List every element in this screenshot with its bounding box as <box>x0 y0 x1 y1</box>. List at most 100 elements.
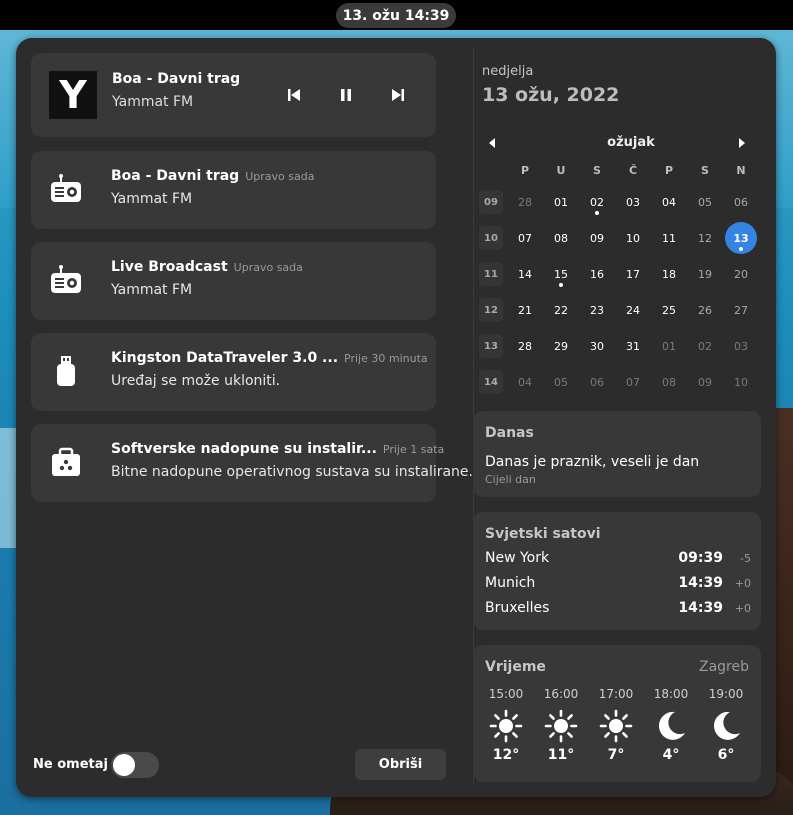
calendar-weekday-header: N <box>736 164 746 177</box>
world-clock-offset: +0 <box>734 577 751 590</box>
do-not-disturb-toggle[interactable] <box>111 752 159 778</box>
calendar-day[interactable]: 14 <box>509 258 541 290</box>
calendar-day[interactable]: 02 <box>581 186 613 218</box>
weather-card[interactable]: Vrijeme Zagreb 15:00 12° 16:00 11° 17:00 7° 18… <box>473 645 761 782</box>
notification-item[interactable]: Boa - Davni trag Upravo sada Yammat FM <box>31 151 436 229</box>
calendar-day[interactable]: 20 <box>725 258 757 290</box>
calendar-week-number[interactable]: 14 <box>479 370 503 394</box>
media-title: Boa - Davni trag <box>112 71 241 87</box>
pause-button[interactable] <box>334 83 358 107</box>
today-events-card[interactable]: Danas Danas je praznik, veseli je dan Ci… <box>473 411 761 497</box>
calendar-day[interactable]: 08 <box>653 366 685 398</box>
calendar-week-number[interactable]: 13 <box>479 334 503 358</box>
forecast-temperature: 11° <box>547 747 575 763</box>
forecast-hour: 16:00 <box>543 687 579 701</box>
calendar-day[interactable]: 09 <box>581 222 613 254</box>
calendar-day[interactable]: 28 <box>509 330 541 362</box>
media-artist: Yammat FM <box>112 94 194 110</box>
calendar-day[interactable]: 01 <box>653 330 685 362</box>
calendar-day[interactable]: 27 <box>725 294 757 326</box>
weather-location: Zagreb <box>698 659 749 675</box>
world-clock-time: 14:39 <box>678 575 723 591</box>
calendar-day[interactable]: 03 <box>725 330 757 362</box>
notification-item[interactable]: Softverske nadopune su instalir... Prije … <box>31 424 473 502</box>
calendar-day[interactable]: 07 <box>617 366 649 398</box>
calendar-day[interactable]: 21 <box>509 294 541 326</box>
album-art: Y <box>49 71 97 119</box>
album-art-letter: Y <box>59 73 87 117</box>
date-full[interactable]: 13 ožu, 2022 <box>482 84 619 106</box>
event-indicator-dot <box>739 247 743 251</box>
calendar-day[interactable]: 30 <box>581 330 613 362</box>
notification-item[interactable]: Kingston DataTraveler 3.0 ... Prije 30 mi… <box>31 333 436 411</box>
calendar-weekday-header: P <box>664 164 674 177</box>
calendar-day[interactable]: 25 <box>653 294 685 326</box>
forecast-temperature: 7° <box>607 747 625 763</box>
calendar-day[interactable]: 06 <box>581 366 613 398</box>
pause-icon <box>341 89 351 101</box>
calendar-day[interactable]: 08 <box>545 222 577 254</box>
calendar-day[interactable]: 17 <box>617 258 649 290</box>
world-clock-row: Munich 14:39 +0 <box>485 575 751 597</box>
chevron-right-icon <box>739 138 745 148</box>
calendar-day[interactable]: 23 <box>581 294 613 326</box>
calendar-day[interactable]: 16 <box>581 258 613 290</box>
calendar-day[interactable]: 02 <box>689 330 721 362</box>
calendar-day[interactable]: 26 <box>689 294 721 326</box>
calendar-day-today[interactable]: 13 <box>725 222 757 254</box>
calendar-week-number[interactable]: 12 <box>479 298 503 322</box>
calendar-day[interactable]: 12 <box>689 222 721 254</box>
media-player[interactable]: Y Boa - Davni trag Yammat FM <box>31 53 436 137</box>
previous-track-button[interactable] <box>282 83 306 107</box>
calendar-day[interactable]: 01 <box>545 186 577 218</box>
calendar-day[interactable]: 10 <box>725 366 757 398</box>
notification-body: Yammat FM <box>111 191 193 207</box>
notification-body: Uređaj se može ukloniti. <box>111 373 281 389</box>
calendar-day[interactable]: 10 <box>617 222 649 254</box>
calendar-day[interactable]: 28 <box>509 186 541 218</box>
clear-notifications-button[interactable]: Obriši <box>355 749 446 780</box>
world-clocks-card[interactable]: Svjetski satovi New York 09:39 -5 Munich… <box>473 512 761 630</box>
calendar-day[interactable]: 04 <box>509 366 541 398</box>
calendar-day[interactable]: 29 <box>545 330 577 362</box>
forecast-column: 16:00 11° <box>536 687 586 763</box>
event-time: Cijeli dan <box>485 473 536 486</box>
calendar-day[interactable]: 06 <box>725 186 757 218</box>
next-month-button[interactable] <box>736 135 748 151</box>
calendar-notification-panel: Y Boa - Davni trag Yammat FM Boa - Davni… <box>16 38 776 797</box>
world-clock-time: 14:39 <box>678 600 723 616</box>
next-track-button[interactable] <box>386 83 410 107</box>
calendar-day[interactable]: 05 <box>689 186 721 218</box>
world-clock-row: New York 09:39 -5 <box>485 550 751 572</box>
calendar-day[interactable]: 04 <box>653 186 685 218</box>
date-weekday[interactable]: nedjelja <box>482 64 533 79</box>
calendar-week-number[interactable]: 09 <box>479 190 503 214</box>
calendar-day[interactable]: 24 <box>617 294 649 326</box>
calendar-day[interactable]: 05 <box>545 366 577 398</box>
calendar-day[interactable]: 19 <box>689 258 721 290</box>
notification-item[interactable]: Live Broadcast Upravo sada Yammat FM <box>31 242 436 320</box>
calendar-day[interactable]: 22 <box>545 294 577 326</box>
calendar-week-number[interactable]: 10 <box>479 226 503 250</box>
calendar-day[interactable]: 09 <box>689 366 721 398</box>
world-clock-city: New York <box>485 550 550 566</box>
forecast-hour: 18:00 <box>653 687 689 701</box>
software-update-icon <box>48 444 84 480</box>
calendar-weekday-header: U <box>556 164 566 177</box>
calendar-day[interactable]: 15 <box>545 258 577 290</box>
notification-time: Upravo sada <box>245 170 315 183</box>
toggle-knob <box>113 754 135 776</box>
calendar-day[interactable]: 18 <box>653 258 685 290</box>
forecast-hour: 15:00 <box>488 687 524 701</box>
previous-month-button[interactable] <box>486 135 498 151</box>
calendar-week-number[interactable]: 11 <box>479 262 503 286</box>
calendar-day[interactable]: 11 <box>653 222 685 254</box>
world-clock-city: Munich <box>485 575 536 591</box>
radio-icon <box>48 262 84 298</box>
top-bar-clock[interactable]: 13. ožu 14:39 <box>336 3 456 28</box>
event-title: Danas je praznik, veseli je dan <box>485 454 700 470</box>
calendar-day[interactable]: 31 <box>617 330 649 362</box>
calendar-day[interactable]: 07 <box>509 222 541 254</box>
calendar-day[interactable]: 03 <box>617 186 649 218</box>
forecast-temperature: 4° <box>662 747 680 763</box>
